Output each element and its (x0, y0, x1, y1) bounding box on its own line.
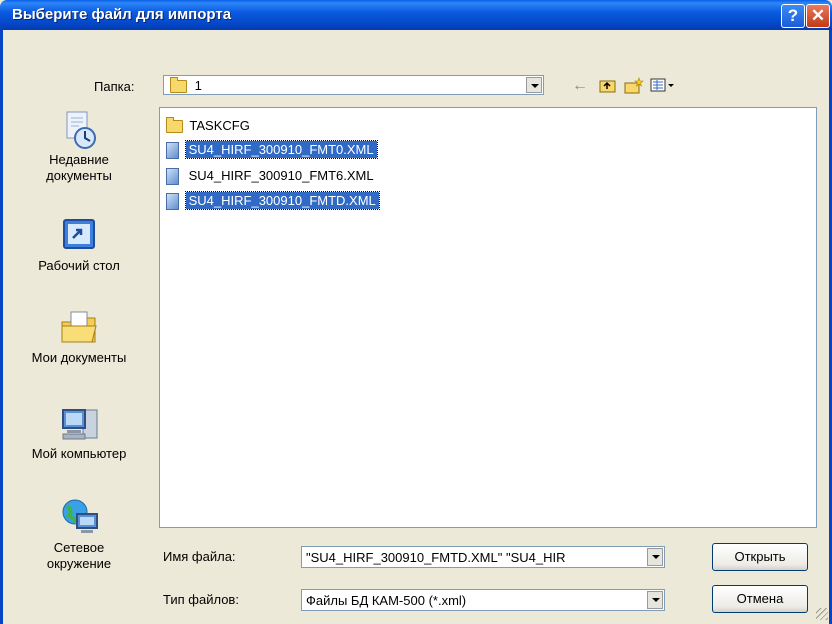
file-name: SU4_HIRF_300910_FMT0.XML (184, 140, 378, 159)
list-item-file[interactable]: SU4_HIRF_300910_FMT0.XML (166, 140, 378, 160)
place-desktop[interactable]: Рабочий стол (14, 216, 144, 274)
xml-file-icon (166, 193, 179, 211)
chevron-down-icon[interactable] (647, 591, 663, 609)
place-label: окружение (46, 556, 112, 571)
place-my-documents[interactable]: Мои документы (14, 308, 144, 366)
place-network[interactable]: Сетевое окружение (14, 498, 144, 572)
place-recent-documents[interactable]: Недавние документы (14, 110, 144, 184)
place-label: Недавние (49, 152, 109, 167)
place-label: Мои документы (31, 350, 127, 365)
title-bar[interactable]: Выберите файл для импорта ? ✕ (0, 0, 832, 30)
view-menu-icon[interactable] (650, 77, 676, 95)
list-item-file[interactable]: SU4_HIRF_300910_FMT6.XML (166, 166, 377, 186)
file-list[interactable]: TASKCFG SU4_HIRF_300910_FMT0.XML SU4_HIR… (159, 107, 817, 528)
place-label: Рабочий стол (38, 258, 120, 273)
desktop-icon (59, 216, 99, 256)
cancel-button[interactable]: Отмена (712, 585, 808, 613)
place-label: Сетевое (53, 540, 105, 555)
folder-icon (166, 117, 183, 134)
file-name: TASKCFG (189, 118, 250, 133)
place-my-computer[interactable]: Мой компьютер (14, 404, 144, 462)
arrow-left-icon[interactable]: ← (570, 77, 590, 95)
filename-value: "SU4_HIRF_300910_FMTD.XML" "SU4_HIR (306, 550, 566, 565)
filename-label: Имя файла: (163, 549, 236, 564)
folder-icon (170, 77, 187, 94)
recent-documents-icon (59, 110, 99, 150)
filetype-select[interactable]: Файлы БД КАМ-500 (*.xml) (301, 589, 665, 611)
filetype-value: Файлы БД КАМ-500 (*.xml) (306, 593, 467, 608)
my-computer-icon (59, 404, 99, 444)
place-label: Мой компьютер (31, 446, 127, 461)
chevron-down-icon[interactable] (647, 548, 663, 566)
xml-file-icon (166, 142, 179, 160)
window-frame-left (0, 30, 3, 624)
my-documents-icon (59, 308, 99, 348)
network-icon (59, 498, 99, 538)
chevron-down-icon[interactable] (526, 77, 542, 93)
help-button[interactable]: ? (781, 4, 805, 28)
filetype-label: Тип файлов: (163, 592, 239, 607)
lookin-combo[interactable]: 1 (163, 75, 544, 95)
list-item-file[interactable]: SU4_HIRF_300910_FMTD.XML (166, 191, 380, 211)
window-title: Выберите файл для импорта (12, 6, 232, 23)
resize-grip[interactable] (816, 608, 828, 620)
place-label: документы (46, 168, 112, 183)
folder-up-icon[interactable] (598, 77, 618, 95)
close-button[interactable]: ✕ (806, 4, 830, 28)
lookin-value: 1 (194, 78, 202, 93)
open-button[interactable]: Открыть (712, 543, 808, 571)
list-item-folder[interactable]: TASKCFG (166, 116, 253, 136)
file-name: SU4_HIRF_300910_FMTD.XML (184, 191, 380, 210)
xml-file-icon (166, 168, 179, 186)
filename-input[interactable]: "SU4_HIRF_300910_FMTD.XML" "SU4_HIR (301, 546, 665, 568)
file-name: SU4_HIRF_300910_FMT6.XML (188, 168, 374, 183)
lookin-label: Папка: (94, 79, 135, 94)
new-folder-icon[interactable] (624, 77, 644, 95)
